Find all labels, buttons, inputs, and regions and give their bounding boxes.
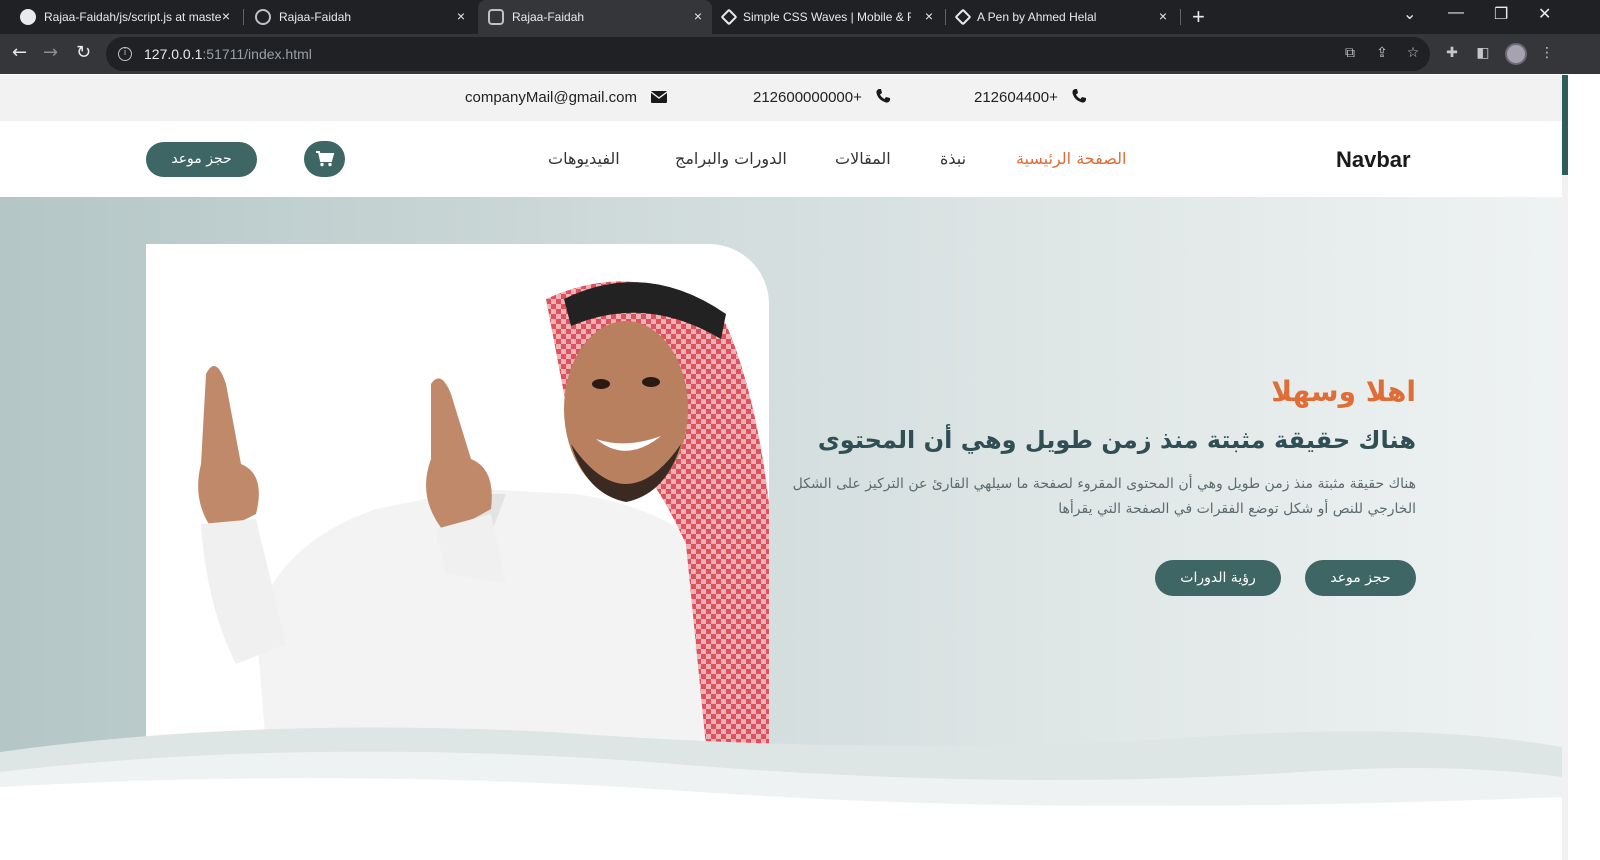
codepen-icon [720, 8, 738, 26]
page-scrollbar[interactable] [1562, 75, 1568, 860]
close-window-icon[interactable]: ✕ [1538, 4, 1551, 24]
bookmark-star-icon[interactable]: ☆ [1405, 45, 1421, 61]
browser-tab-3[interactable]: Rajaa-Faidah × [478, 0, 712, 34]
phone-text: 212600000000+ [753, 89, 862, 106]
phone-text: 212604400+ [974, 89, 1058, 106]
browser-tab-4[interactable]: Simple CSS Waves | Mobile & Fu × [713, 0, 943, 34]
browser-tab-strip: Rajaa-Faidah/js/script.js at maste × Raj… [0, 0, 1600, 34]
nav-home[interactable]: الصفحة الرئيسية [1016, 149, 1126, 168]
tab-title: Rajaa-Faidah/js/script.js at maste [44, 10, 222, 24]
forward-icon[interactable]: → [43, 42, 58, 63]
nav-videos[interactable]: الفيديوهات [548, 149, 620, 168]
cart-icon [315, 151, 334, 167]
github-icon [20, 9, 36, 25]
codepen-icon [954, 8, 972, 26]
broadcast-icon [488, 9, 504, 25]
hero-headline: هناك حقيقة مثبتة منذ زمن طويل وهي أن الم… [817, 426, 1416, 454]
phone-contact-1: 212600000000+ [753, 89, 890, 106]
hero-courses-button[interactable]: رؤية الدورات [1155, 560, 1281, 596]
phone-icon [1072, 89, 1086, 106]
url-path: :51711/index.html [202, 46, 312, 62]
phone-contact-2: 212604400+ [974, 89, 1086, 106]
phone-icon [876, 89, 890, 106]
contact-bar: companyMail@gmail.com 212600000000+ 2126… [0, 75, 1562, 121]
brand-logo[interactable]: Navbar [1336, 147, 1411, 173]
browser-tab-1[interactable]: Rajaa-Faidah/js/script.js at maste × [10, 0, 240, 34]
restore-icon[interactable]: ❐ [1494, 4, 1508, 24]
email-contact: companyMail@gmail.com [465, 89, 668, 106]
hero-book-button[interactable]: حجز موعد [1305, 560, 1416, 596]
hero-image [146, 244, 769, 746]
cart-button[interactable] [304, 141, 345, 177]
url-host: 127.0.0.1 [144, 46, 203, 62]
envelope-icon [650, 90, 668, 106]
minimize-icon[interactable]: — [1448, 4, 1464, 22]
menu-icon[interactable]: ⋮ [1539, 45, 1555, 61]
share-icon[interactable]: ⇪ [1374, 45, 1390, 61]
browser-tab-5[interactable]: A Pen by Ahmed Helal × [947, 0, 1177, 34]
side-panel-icon[interactable]: ◧ [1475, 45, 1491, 61]
nav-articles[interactable]: المقالات [835, 149, 891, 168]
back-icon[interactable]: ← [12, 42, 27, 63]
tab-search-icon[interactable]: ⌄ [1403, 4, 1416, 24]
nav-courses[interactable]: الدورات والبرامج [675, 149, 787, 168]
url-text[interactable]: 127.0.0.1:51711/index.html [144, 46, 312, 62]
web-page: companyMail@gmail.com 212600000000+ 2126… [0, 75, 1562, 860]
translate-icon[interactable]: ⧉ [1342, 45, 1358, 61]
hero-paragraph: هناك حقيقة مثبتة منذ زمن طويل وهي أن الم… [792, 476, 1416, 517]
hero-buttons: حجز موعد رؤية الدورات [1155, 560, 1416, 596]
address-bar[interactable]: i 127.0.0.1:51711/index.html [106, 37, 1430, 71]
browser-toolbar: ← → ↻ i 127.0.0.1:51711/index.html ⧉ ⇪ ☆… [0, 34, 1600, 74]
scrollbar-thumb[interactable] [1562, 75, 1568, 175]
browser-tab-2[interactable]: Rajaa-Faidah × [245, 0, 475, 34]
hero-welcome: اهلا وسهلا [1271, 375, 1416, 408]
close-tab-icon[interactable]: × [457, 8, 465, 24]
reload-icon[interactable]: ↻ [76, 42, 91, 63]
close-tab-icon[interactable]: × [222, 8, 230, 24]
extensions-icon[interactable]: ✚ [1444, 45, 1460, 61]
email-text: companyMail@gmail.com [465, 89, 637, 106]
profile-avatar[interactable] [1505, 43, 1527, 65]
close-tab-icon[interactable]: × [1159, 8, 1167, 24]
tab-title: Simple CSS Waves | Mobile & Fu [743, 10, 911, 24]
close-tab-icon[interactable]: × [694, 8, 702, 24]
site-info-icon[interactable]: i [118, 47, 132, 61]
site-navbar: Navbar الصفحة الرئيسية نبذة المقالات الد… [0, 121, 1562, 197]
tab-title: Rajaa-Faidah [279, 10, 352, 24]
tab-title: Rajaa-Faidah [512, 10, 585, 24]
new-tab-button[interactable]: + [1192, 4, 1205, 30]
book-appointment-button[interactable]: حجز موعد [146, 142, 257, 177]
hero-wave [0, 727, 1562, 860]
hero-text: اهلا وسهلا هناك حقيقة مثبتة منذ زمن طويل… [776, 375, 1416, 522]
tab-title: A Pen by Ahmed Helal [977, 10, 1097, 24]
nav-about[interactable]: نبذة [940, 149, 966, 168]
globe-icon [255, 9, 271, 25]
close-tab-icon[interactable]: × [925, 8, 933, 24]
